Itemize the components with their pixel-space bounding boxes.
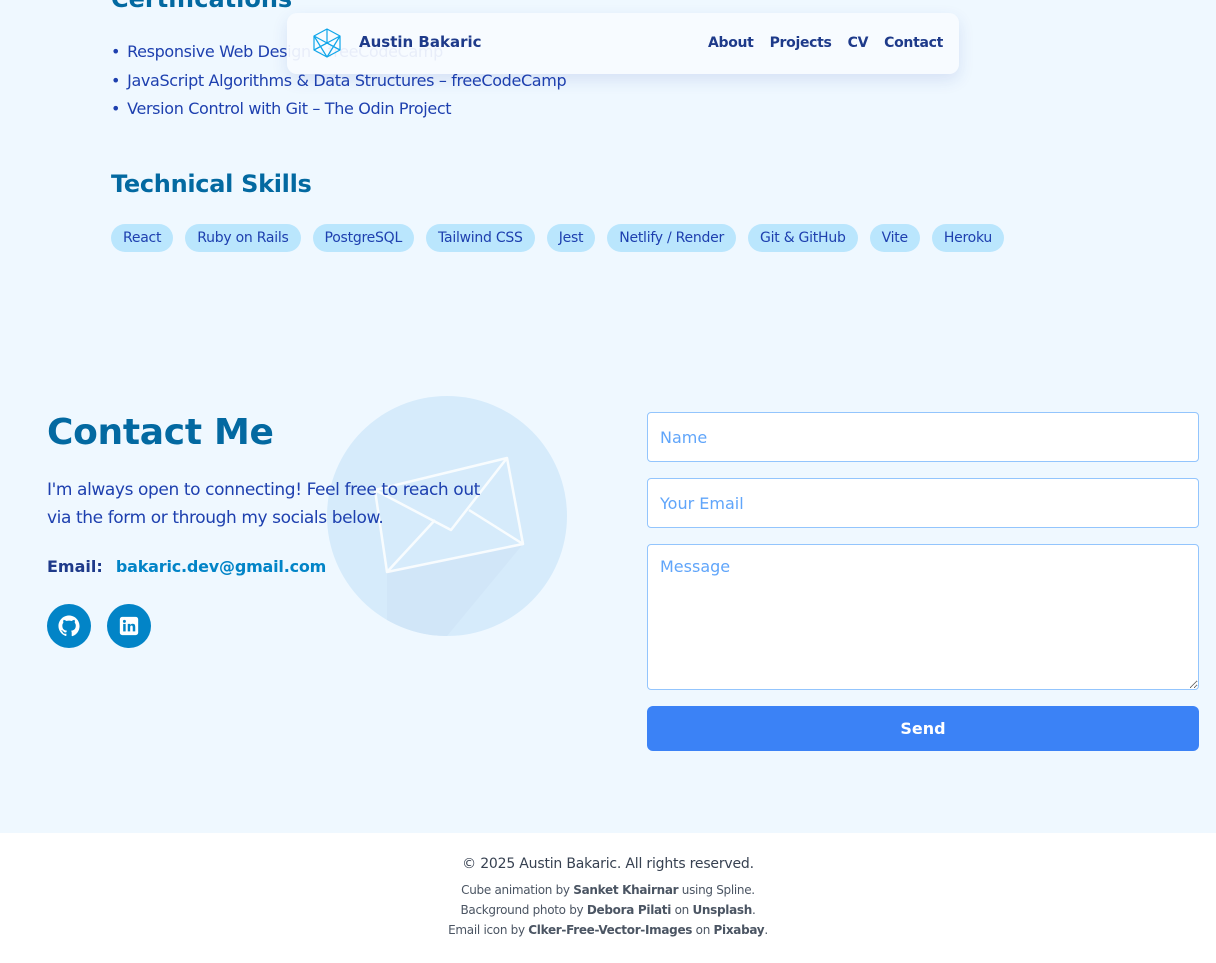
github-button[interactable] bbox=[47, 604, 91, 648]
top-navbar: Austin Bakaric About Projects CV Contact bbox=[287, 13, 959, 74]
skill-badge: Vite bbox=[869, 224, 920, 252]
brand-name[interactable]: Austin Bakaric bbox=[359, 33, 482, 51]
credit-link-sanket[interactable]: Sanket Khairnar bbox=[573, 883, 678, 897]
message-textarea[interactable] bbox=[647, 544, 1199, 690]
wireframe-cube-icon[interactable] bbox=[311, 27, 343, 59]
nav-link-about[interactable]: About bbox=[708, 35, 754, 51]
linkedin-button[interactable] bbox=[107, 604, 151, 648]
credit-text: Background photo by bbox=[460, 903, 587, 917]
contact-title: Contact Me bbox=[47, 412, 274, 453]
email-label: Email: bbox=[47, 557, 103, 576]
skill-badge: Heroku bbox=[931, 224, 1005, 252]
skill-badge: Git & GitHub bbox=[748, 224, 858, 252]
nav-link-contact[interactable]: Contact bbox=[884, 35, 943, 51]
credit-email-icon: Email icon by Clker-Free-Vector-Images o… bbox=[0, 923, 1216, 937]
email-row: Email: bakaric.dev@gmail.com bbox=[47, 557, 326, 576]
skill-badge: PostgreSQL bbox=[312, 224, 414, 252]
skills-list: React Ruby on Rails PostgreSQL Tailwind … bbox=[111, 224, 1005, 252]
credit-background-photo: Background photo by Debora Pilati on Uns… bbox=[0, 903, 1216, 917]
credit-text: . bbox=[751, 903, 756, 917]
send-button[interactable]: Send bbox=[647, 706, 1199, 751]
skill-badge: Tailwind CSS bbox=[426, 224, 535, 252]
credit-text: Cube animation by bbox=[461, 883, 574, 897]
credit-link-clker[interactable]: Clker-Free-Vector-Images bbox=[528, 923, 692, 937]
credit-link-unsplash[interactable]: Unsplash bbox=[692, 903, 752, 917]
certification-item: Version Control with Git – The Odin Proj… bbox=[111, 95, 566, 124]
nav-links: About Projects CV Contact bbox=[708, 35, 943, 51]
contact-intro: I'm always open to connecting! Feel free… bbox=[47, 480, 480, 528]
nav-link-cv[interactable]: CV bbox=[848, 35, 869, 51]
github-icon bbox=[58, 615, 80, 637]
credit-text: . bbox=[764, 923, 768, 937]
credit-link-debora[interactable]: Debora Pilati bbox=[587, 903, 672, 917]
skill-badge: Jest bbox=[546, 224, 596, 252]
skill-badge: React bbox=[111, 224, 174, 252]
nav-link-projects[interactable]: Projects bbox=[770, 35, 832, 51]
contact-form: Send bbox=[647, 412, 1199, 751]
credit-text: using Spline. bbox=[678, 883, 755, 897]
social-links bbox=[47, 604, 151, 648]
technical-skills-title: Technical Skills bbox=[111, 170, 312, 198]
credit-text: on bbox=[671, 903, 693, 917]
skill-badge: Netlify / Render bbox=[607, 224, 737, 252]
email-input[interactable] bbox=[647, 478, 1199, 528]
certifications-title: Certifications bbox=[111, 0, 292, 12]
credit-cube-animation: Cube animation by Sanket Khairnar using … bbox=[0, 883, 1216, 897]
credit-link-pixabay[interactable]: Pixabay bbox=[714, 923, 765, 937]
name-input[interactable] bbox=[647, 412, 1199, 462]
skill-badge: Ruby on Rails bbox=[185, 224, 301, 252]
footer: © 2025 Austin Bakaric. All rights reserv… bbox=[0, 833, 1216, 963]
credit-text: on bbox=[692, 923, 714, 937]
email-link[interactable]: bakaric.dev@gmail.com bbox=[116, 557, 326, 576]
credit-text: Email icon by bbox=[448, 923, 529, 937]
copyright: © 2025 Austin Bakaric. All rights reserv… bbox=[462, 856, 754, 872]
linkedin-icon bbox=[119, 616, 139, 636]
